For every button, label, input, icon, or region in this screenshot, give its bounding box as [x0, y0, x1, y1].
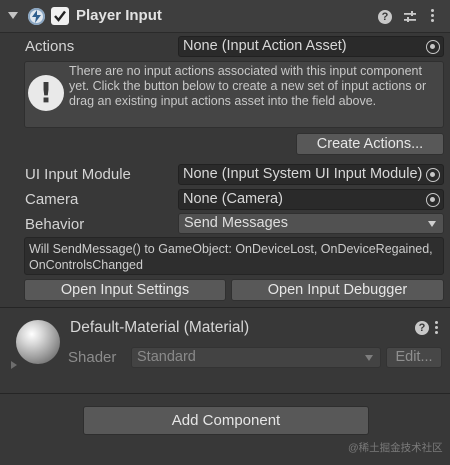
shader-dropdown[interactable]: Standard — [131, 347, 381, 368]
actions-field-value: None (Input Action Asset) — [183, 38, 347, 54]
camera-field-value: None (Camera) — [183, 191, 283, 207]
actions-field[interactable]: None (Input Action Asset) — [178, 36, 444, 57]
info-exclamation-icon: ! — [28, 75, 64, 111]
dropdown-arrow-icon — [365, 355, 373, 361]
player-input-icon — [28, 8, 45, 25]
behavior-message: Will SendMessage() to GameObject: OnDevi… — [24, 237, 444, 275]
foldout-arrow-icon[interactable] — [11, 361, 17, 369]
add-component-button[interactable]: Add Component — [83, 406, 369, 435]
help-icon[interactable]: ? — [415, 321, 429, 335]
watermark: @稀土掘金技术社区 — [348, 442, 443, 454]
dropdown-arrow-icon — [428, 221, 436, 227]
material-preview-sphere — [16, 320, 60, 364]
component-enabled-checkbox[interactable] — [51, 7, 69, 25]
component-title: Player Input — [76, 7, 162, 24]
actions-label: Actions — [25, 38, 75, 55]
ui-input-module-value: None (Input System UI Input Module) — [183, 166, 423, 182]
create-actions-button[interactable]: Create Actions... — [296, 133, 444, 155]
shader-label: Shader — [68, 349, 117, 366]
behavior-label: Behavior — [25, 216, 85, 233]
behavior-dropdown[interactable]: Send Messages — [178, 213, 444, 234]
object-picker-icon[interactable] — [426, 168, 440, 182]
foldout-arrow-icon[interactable] — [8, 12, 18, 19]
presets-icon[interactable] — [403, 10, 417, 28]
shader-edit-button[interactable]: Edit... — [386, 347, 442, 368]
behavior-dropdown-value: Send Messages — [184, 215, 288, 231]
section-divider — [0, 393, 450, 394]
material-title: Default-Material (Material) — [70, 319, 250, 336]
section-divider — [0, 307, 450, 308]
ui-input-module-field[interactable]: None (Input System UI Input Module) — [178, 164, 444, 185]
kebab-menu-icon[interactable] — [435, 321, 439, 336]
open-input-settings-button[interactable]: Open Input Settings — [24, 279, 226, 301]
kebab-menu-icon[interactable] — [431, 9, 435, 24]
ui-input-module-label: UI Input Module — [25, 166, 131, 183]
open-input-debugger-button[interactable]: Open Input Debugger — [231, 279, 444, 301]
camera-label: Camera — [25, 191, 79, 208]
shader-dropdown-value: Standard — [137, 349, 196, 365]
help-box-text: There are no input actions associated wi… — [69, 64, 427, 108]
object-picker-icon[interactable] — [426, 40, 440, 54]
camera-field[interactable]: None (Camera) — [178, 189, 444, 210]
object-picker-icon[interactable] — [426, 193, 440, 207]
help-icon[interactable]: ? — [378, 10, 392, 24]
